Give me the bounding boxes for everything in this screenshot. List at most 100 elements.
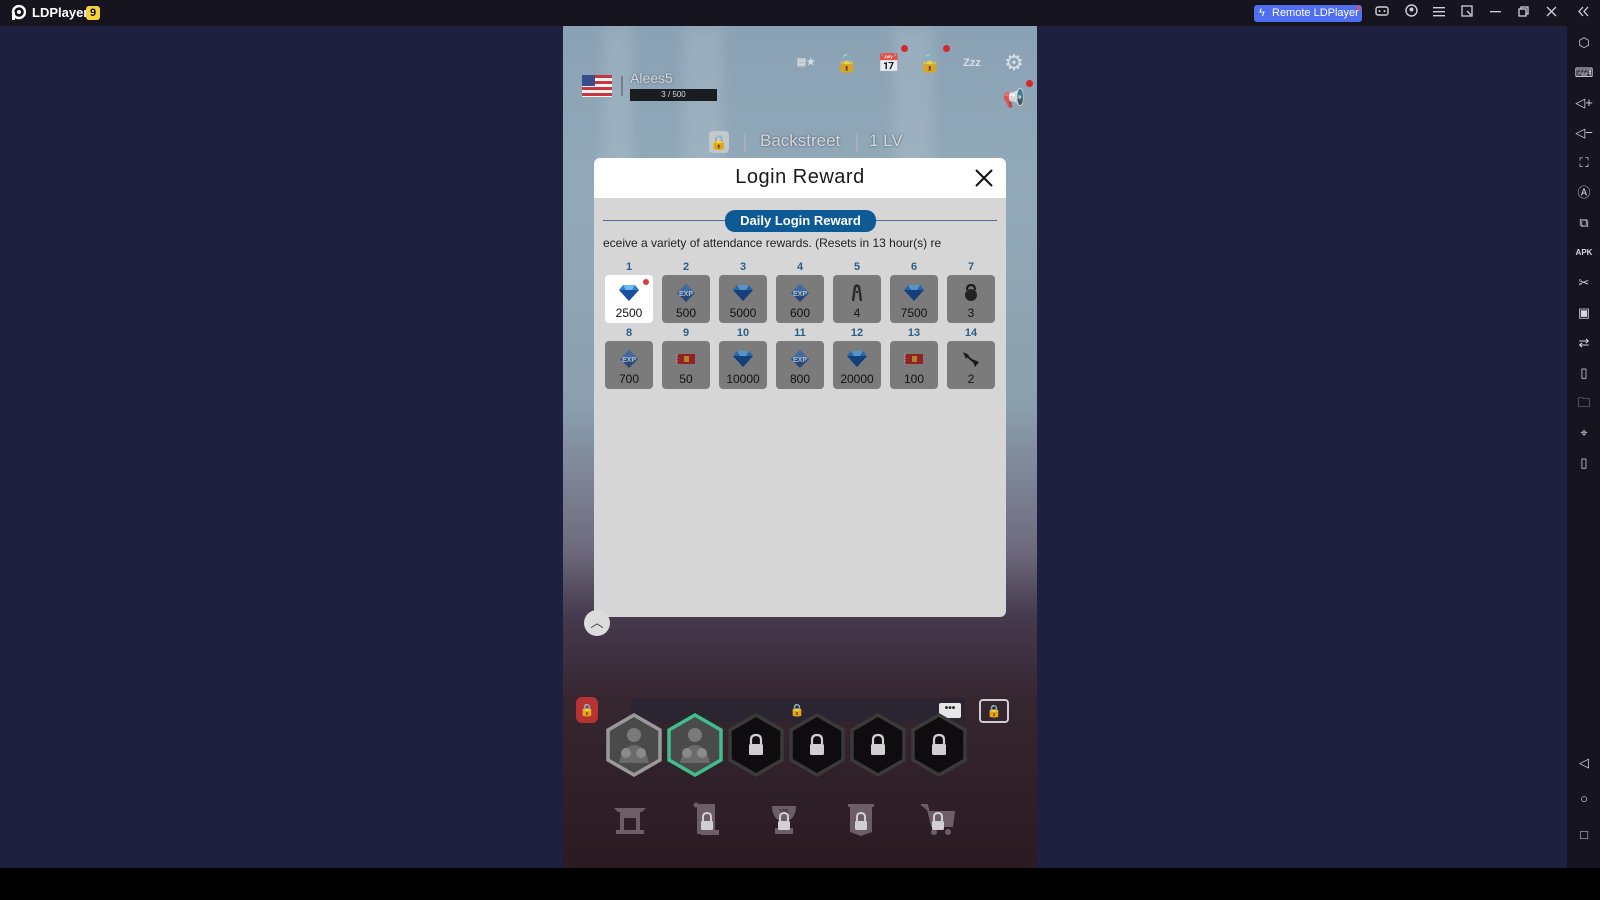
day-number: 7 xyxy=(967,261,975,273)
character-slot-boxer[interactable] xyxy=(605,712,663,778)
minimize-icon[interactable] xyxy=(1486,4,1504,22)
shake-icon[interactable]: ▯ xyxy=(1574,363,1594,383)
close-icon[interactable] xyxy=(970,164,998,192)
reward-cell-day-9[interactable]: 50 xyxy=(662,341,710,389)
notification-dot xyxy=(901,45,908,52)
sync-icon[interactable]: ⇄ xyxy=(1574,333,1594,353)
reward-cell-day-12[interactable]: 20000 xyxy=(833,341,881,389)
reward-amount: 500 xyxy=(675,306,697,320)
hand-grip-icon xyxy=(847,284,867,302)
day-number: 2 xyxy=(682,261,690,273)
remote-button-label: Remote LDPlayer xyxy=(1272,7,1359,19)
reward-amount: 7500 xyxy=(900,306,928,320)
reward-cell-day-2[interactable]: EXP 500 xyxy=(662,275,710,323)
exp-icon: EXP xyxy=(676,284,696,302)
reward-cell-day-3[interactable]: 5000 xyxy=(719,275,767,323)
notification-dot xyxy=(643,279,649,285)
character-slot-fighter[interactable] xyxy=(666,712,724,778)
record-icon[interactable]: ▣ xyxy=(1574,303,1594,323)
reward-cell-day-10[interactable]: 10000 xyxy=(719,341,767,389)
divider xyxy=(621,76,623,96)
reward-amount: 3 xyxy=(967,306,975,320)
location-icon[interactable]: ⌖ xyxy=(1574,423,1594,443)
emulator-sidebar: ⬡ ⌨ ◁+ ◁− ⛶ Ⓐ ⧉ APK ✂ ▣ ⇄ ▯ 🗀 ⌖ ▯ ◁ ○ □ xyxy=(1567,26,1600,868)
xp-progress-bar: 3 / 500 xyxy=(630,89,717,101)
multi-instance-icon[interactable]: ⧉ xyxy=(1574,213,1594,233)
day-number: 10 xyxy=(736,327,750,339)
pass-icon[interactable]: ▤★ xyxy=(792,49,820,77)
ticket-icon xyxy=(676,350,696,368)
locked-feature-icon[interactable]: 🔒 xyxy=(576,697,598,723)
reward-cell-day-13[interactable]: 100 xyxy=(890,341,938,389)
collapse-sidebar-icon[interactable] xyxy=(1574,4,1592,22)
day-number: 3 xyxy=(739,261,747,273)
reward-cell-day-14[interactable]: 2 xyxy=(947,341,995,389)
lock-icon[interactable]: 🔒 xyxy=(833,49,861,77)
keyboard-icon[interactable]: ⌨ xyxy=(1574,63,1594,83)
day-number: 4 xyxy=(796,261,804,273)
quest-scroll-icon[interactable] xyxy=(687,800,727,840)
day-number: 6 xyxy=(910,261,918,273)
character-slot-slot-5[interactable] xyxy=(849,712,907,778)
guild-banner-icon[interactable] xyxy=(841,800,881,840)
reward-amount: 700 xyxy=(618,372,640,386)
calendar-star-icon[interactable]: 📅 xyxy=(875,49,903,77)
divider xyxy=(744,133,746,151)
locked-camera-icon[interactable]: 🔒 xyxy=(979,699,1009,723)
install-apk-icon[interactable]: APK xyxy=(1574,243,1594,263)
restore-icon[interactable] xyxy=(1514,4,1532,22)
volume-down-icon[interactable]: ◁− xyxy=(1574,123,1594,143)
reward-cell-day-5[interactable]: 4 xyxy=(833,275,881,323)
collapse-button[interactable]: ︿ xyxy=(584,610,610,636)
notification-dot xyxy=(943,45,950,52)
locked-event-icon[interactable]: 🔒 xyxy=(916,49,944,77)
home-icon[interactable]: ○ xyxy=(1574,789,1594,809)
reward-cell-day-1[interactable]: 2500 xyxy=(605,275,653,323)
shop-cart-icon[interactable] xyxy=(918,800,958,840)
recents-icon[interactable]: □ xyxy=(1574,825,1594,845)
screenshot-icon[interactable]: ⛶ xyxy=(1574,153,1594,173)
reward-amount: 2 xyxy=(967,372,975,386)
lightning-icon: ϟ xyxy=(1259,7,1265,19)
day-number: 5 xyxy=(853,261,861,273)
close-icon[interactable] xyxy=(1542,4,1560,22)
remote-ldplayer-button[interactable]: ϟ Remote LDPlayer xyxy=(1254,5,1362,22)
reward-amount: 20000 xyxy=(840,372,874,386)
section-label: Daily Login Reward xyxy=(725,210,876,232)
settings-icon[interactable]: ⚙ xyxy=(1000,49,1028,77)
auto-rotate-icon[interactable]: Ⓐ xyxy=(1574,183,1594,203)
reward-cell-day-8[interactable]: EXP 700 xyxy=(605,341,653,389)
gem-icon xyxy=(619,284,639,302)
game-screen[interactable]: Alees5 3 / 500 ▤★ 🔒 📅 🔒 Zzz ⚙ 📢 🔒 Backst… xyxy=(563,26,1037,868)
sleep-icon[interactable]: Zzz xyxy=(958,49,986,77)
location-lock-icon: 🔒 xyxy=(709,131,729,153)
settings-icon[interactable]: ⬡ xyxy=(1574,33,1594,53)
megaphone-icon[interactable]: 📢 xyxy=(1000,84,1028,112)
character-slot-slot-4[interactable] xyxy=(788,712,846,778)
exp-icon: EXP xyxy=(619,350,639,368)
dumbbell-icon xyxy=(961,350,981,368)
character-slot-slot-3[interactable] xyxy=(727,712,785,778)
gem-icon xyxy=(733,284,753,302)
reward-cell-day-6[interactable]: 7500 xyxy=(890,275,938,323)
us-flag-icon xyxy=(582,75,612,97)
scissors-icon[interactable]: ✂ xyxy=(1574,273,1594,293)
version-badge: 9 xyxy=(86,6,100,20)
menu-icon[interactable] xyxy=(1430,4,1448,22)
versus-trophy-icon[interactable]: VS xyxy=(764,800,804,840)
window-mode-icon[interactable] xyxy=(1458,4,1476,22)
character-slot-slot-6[interactable] xyxy=(910,712,968,778)
dojo-icon[interactable] xyxy=(610,800,650,840)
reward-cell-day-7[interactable]: 3 xyxy=(947,275,995,323)
gamepad-icon[interactable] xyxy=(1373,4,1391,22)
folder-icon[interactable]: 🗀 xyxy=(1574,393,1594,413)
exp-icon: EXP xyxy=(790,350,810,368)
back-icon[interactable]: ◁ xyxy=(1574,753,1594,773)
reward-cell-day-4[interactable]: EXP 600 xyxy=(776,275,824,323)
reward-cell-day-11[interactable]: EXP 800 xyxy=(776,341,824,389)
rotate-icon[interactable]: ▯ xyxy=(1574,453,1594,473)
volume-up-icon[interactable]: ◁+ xyxy=(1574,93,1594,113)
day-number: 9 xyxy=(682,327,690,339)
account-icon[interactable] xyxy=(1402,4,1420,22)
day-number: 12 xyxy=(850,327,864,339)
